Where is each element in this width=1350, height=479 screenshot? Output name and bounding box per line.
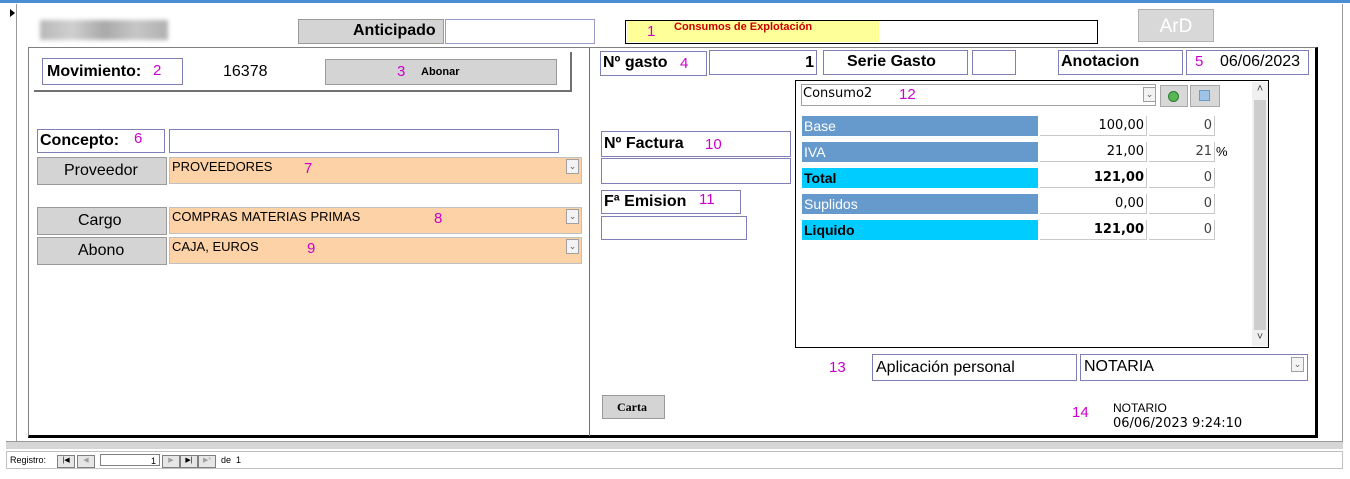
abono-dropdown-icon[interactable]: ⌄ xyxy=(566,239,579,254)
next-record-icon[interactable]: ▶ xyxy=(162,455,180,468)
confirm-icon xyxy=(1168,91,1179,102)
aplicacion-dropdown-icon[interactable]: ⌄ xyxy=(1291,357,1304,372)
anticipado-label: Anticipado xyxy=(353,22,436,39)
femision-label: Fª Emision xyxy=(604,193,687,210)
marker-1: 1 xyxy=(647,23,656,40)
window-right-border xyxy=(1342,4,1343,444)
subform-row-value[interactable]: 121,00 xyxy=(1040,168,1147,188)
divider-vertical xyxy=(589,48,590,436)
proveedor-value: PROVEEDORES xyxy=(172,159,273,174)
concepto-label: Concepto: xyxy=(40,132,120,149)
consumo-dropdown-icon[interactable]: ⌄ xyxy=(1143,87,1156,102)
total-records: 1 xyxy=(236,455,242,465)
window-top-border xyxy=(0,0,1350,3)
femision-field[interactable] xyxy=(601,216,747,240)
marker-4: 4 xyxy=(680,55,689,72)
subform-row-label: Total xyxy=(802,168,1038,188)
consumos-label: Consumos de Explotación xyxy=(674,21,813,33)
anotacion-label: Anotacion xyxy=(1061,53,1140,70)
aplicacion-label: Aplicación personal xyxy=(876,359,1015,376)
serie-label: Serie Gasto xyxy=(847,53,936,70)
subform-row-label: Base xyxy=(802,116,1038,136)
marker-3: 3 xyxy=(397,63,406,80)
subform-row-label: Liquido xyxy=(802,220,1038,240)
marker-7: 7 xyxy=(304,160,313,177)
marker-10: 10 xyxy=(705,136,722,153)
footer-datetime: 06/06/2023 9:24:10 xyxy=(1113,416,1243,431)
carta-label: Carta xyxy=(617,400,647,414)
marker-6: 6 xyxy=(134,130,143,147)
subform-row-extra[interactable]: 0 xyxy=(1149,220,1215,240)
form-bottom-strip xyxy=(6,441,1343,449)
current-record-field[interactable]: 1 xyxy=(100,454,160,466)
subform-row-value[interactable]: 21,00 xyxy=(1040,142,1147,162)
marker-13: 13 xyxy=(829,359,846,376)
movimiento-label: Movimiento: xyxy=(47,63,142,80)
aplicacion-value: NOTARIA xyxy=(1084,358,1154,375)
marker-11: 11 xyxy=(699,191,715,208)
anticipado-field[interactable] xyxy=(445,19,595,44)
marker-5: 5 xyxy=(1195,53,1204,70)
subform-row-label: IVA xyxy=(802,142,1038,162)
subform-row-value[interactable]: 0,00 xyxy=(1040,194,1147,214)
nfactura-label: Nº Factura xyxy=(604,135,684,152)
anotacion-value: 06/06/2023 xyxy=(1220,53,1301,70)
record-selector-arrow-icon xyxy=(10,9,15,17)
serie-field[interactable] xyxy=(972,50,1016,75)
subform-row-value[interactable]: 100,00 xyxy=(1040,116,1147,136)
marker-8: 8 xyxy=(434,210,443,227)
subform-row-label: Suplidos xyxy=(802,194,1038,214)
ard-logo: ArD xyxy=(1138,9,1214,42)
concepto-field[interactable] xyxy=(169,129,559,153)
first-record-icon[interactable]: |◀ xyxy=(57,455,75,468)
subform-row-value[interactable]: 121,00 xyxy=(1040,220,1147,240)
consumo-combo-value: Consumo2 xyxy=(803,86,873,101)
proveedor-dropdown-icon[interactable]: ⌄ xyxy=(566,159,579,174)
movimiento-value: 16378 xyxy=(223,63,268,80)
prev-record-icon[interactable]: ◀ xyxy=(77,455,95,468)
cargo-button-label: Cargo xyxy=(78,212,122,229)
proveedor-button-label: Proveedor xyxy=(64,162,138,179)
cargo-dropdown-icon[interactable]: ⌄ xyxy=(566,209,579,224)
last-record-icon[interactable]: ▶| xyxy=(180,455,198,468)
ngasto-label: Nº gasto xyxy=(603,54,668,71)
de-label: de xyxy=(221,455,232,465)
marker-2: 2 xyxy=(153,62,162,79)
subform-row-extra[interactable]: 0 xyxy=(1149,194,1215,214)
scroll-down-icon[interactable]: ˅ xyxy=(1252,331,1268,345)
subform-row-extra[interactable]: 21 xyxy=(1149,142,1215,162)
subform-row-extra[interactable]: 0 xyxy=(1149,168,1215,188)
abono-value: CAJA, EUROS xyxy=(172,239,259,254)
abonar-label: Abonar xyxy=(421,66,460,78)
record-navigation-bar: Registro: |◀ ◀ 1 ▶ ▶| ▶* de 1 xyxy=(6,451,1343,469)
record-selector[interactable] xyxy=(6,4,17,442)
marker-9: 9 xyxy=(307,240,316,257)
scroll-thumb[interactable] xyxy=(1254,100,1266,330)
footer-user: NOTARIO xyxy=(1113,401,1167,415)
marker-14: 14 xyxy=(1072,404,1089,421)
refresh-icon xyxy=(1199,90,1210,101)
cargo-value: COMPRAS MATERIAS PRIMAS xyxy=(172,209,361,224)
abono-button-label: Abono xyxy=(78,242,125,259)
scroll-up-icon[interactable]: ˄ xyxy=(1252,83,1268,97)
subform-row-suffix: % xyxy=(1216,144,1228,159)
ngasto-field[interactable]: 1 xyxy=(709,50,817,75)
registro-label: Registro: xyxy=(10,455,47,465)
marker-12: 12 xyxy=(899,86,916,103)
subform-row-extra[interactable]: 0 xyxy=(1149,116,1215,136)
new-record-icon[interactable]: ▶* xyxy=(198,455,216,468)
blurred-company-name xyxy=(40,20,168,40)
nfactura-field[interactable] xyxy=(601,158,791,184)
